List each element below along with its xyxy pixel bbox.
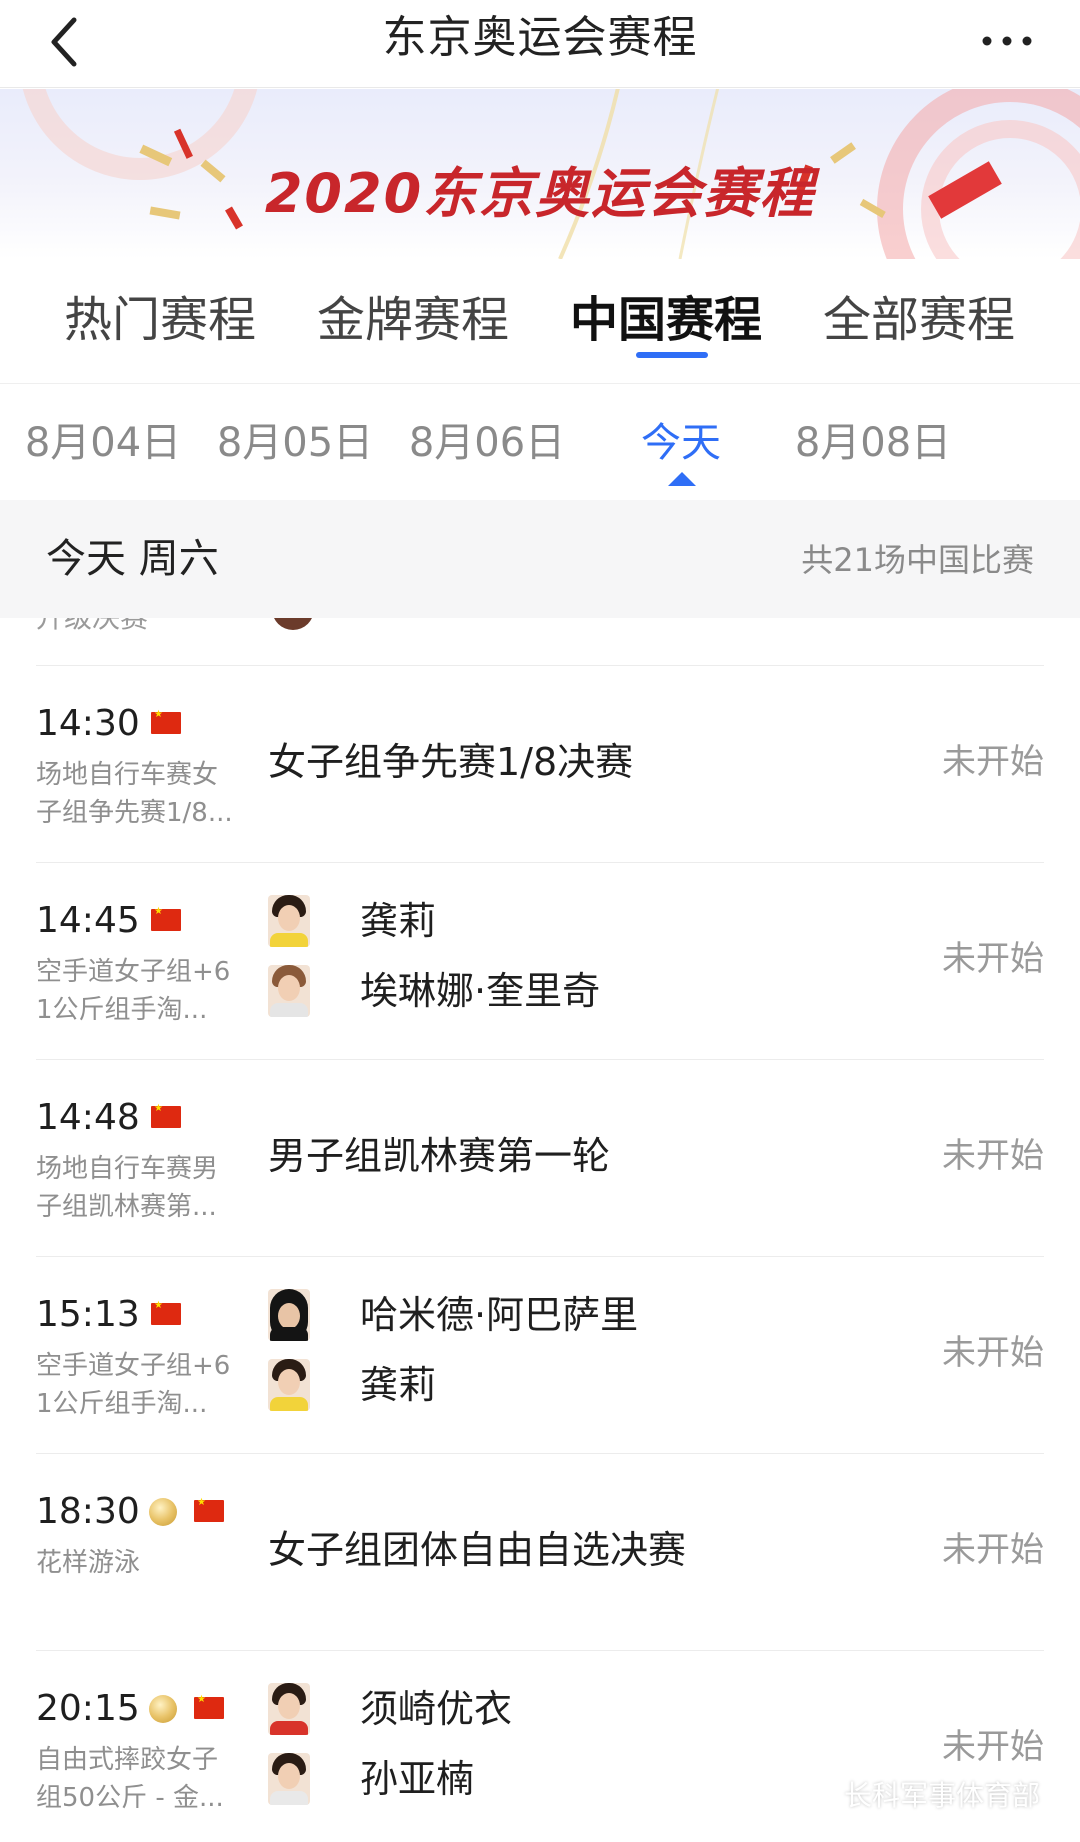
tab-all-schedule[interactable]: 全部赛程 [799,290,1039,350]
watermark-text: 长科军事体育部 [843,1779,1040,1812]
player-name: 哈米德·阿巴萨里 [360,1293,639,1337]
list-item[interactable]: 14:45 空手道女子组+61公斤组手淘... 龚莉 埃琳娜·奎里奇 未开始 [36,863,1044,1060]
sport-label: 场地自行车赛女 子组争先赛1/8... [36,760,233,828]
sport-label: 场地自行车赛男 子组凯林赛第... [36,1154,219,1222]
tab-china-schedule[interactable]: 中国赛程 [546,290,786,350]
date-item[interactable]: 8月04日 [18,418,188,468]
event-name: 女子组团体自由自选决赛 [268,1528,687,1572]
china-flag-icon [194,1497,224,1522]
event-name: 女子组争先赛1/8决赛 [268,740,634,784]
day-header: 今天 周六 共21场中国比赛 [0,500,1080,618]
player-name: 埃琳娜·奎里奇 [360,969,601,1013]
top-nav-bar: 东京奥运会赛程 [0,0,1080,88]
player-name: 龚莉 [360,899,437,943]
china-flag-icon [151,709,181,734]
sport-label: 空手道女子组+6 1公斤组手淘... [36,957,231,1025]
tab-gold-schedule[interactable]: 金牌赛程 [293,290,533,350]
status-label: 未开始 [942,1136,1044,1176]
schedule-banner: 2020东京奥运会赛程 [0,89,1080,259]
list-item[interactable]: 14:48 场地自行车赛男子组凯林赛第... 男子组凯林赛第一轮 未开始 [36,1060,1044,1257]
status-label: 未开始 [942,742,1044,782]
date-item[interactable]: 8月06日 [402,418,572,468]
china-flag-icon [151,1300,181,1325]
gold-medal-icon [149,1695,177,1723]
event-time: 14:30 [36,703,140,744]
sport-label: 花样游泳 [36,1548,141,1578]
sport-label: 升级决赛 [36,618,148,636]
china-flag-icon [151,1103,181,1128]
event-time: 14:48 [36,1097,140,1138]
status-label: 未开始 [942,939,1044,979]
list-item[interactable]: 15:13 空手道女子组+61公斤组手淘... 哈米德·阿巴萨里 龚莉 未开始 [36,1257,1044,1454]
event-list[interactable]: 升级决赛 14:30 场地自行车赛女子组争先赛1/8... 女子组争先赛1/8决… [0,618,1080,1842]
status-label: 未开始 [942,1727,1044,1767]
more-button[interactable] [972,16,1042,66]
china-flag-icon [151,906,181,931]
page-title: 东京奥运会赛程 [382,12,698,63]
match-count: 共21场中国比赛 [801,541,1034,579]
avatar [268,895,310,947]
list-item[interactable]: 升级决赛 [36,618,1044,666]
date-item-today[interactable]: 今天 [596,418,766,468]
status-label: 未开始 [942,1333,1044,1373]
avatar [268,1753,310,1805]
sport-label: 自由式摔跤女子 组50公斤 - 金... [36,1745,224,1813]
caret-up-icon [668,472,696,486]
event-time: 20:15 [36,1688,140,1729]
list-item[interactable]: 14:30 场地自行车赛女子组争先赛1/8... 女子组争先赛1/8决赛 未开始 [36,666,1044,863]
status-label: 未开始 [942,1530,1044,1570]
china-flag-icon [194,1694,224,1719]
watermark: 长科军事体育部 [802,1774,1040,1814]
event-time: 14:45 [36,900,140,941]
avatar [272,618,314,630]
player-name: 龚莉 [360,1363,437,1407]
gold-medal-icon [149,1498,177,1526]
active-tab-indicator [636,352,708,358]
date-item[interactable]: 8月08日 [788,418,958,468]
sport-label: 空手道女子组+6 1公斤组手淘... [36,1351,231,1419]
schedule-tabs: 热门赛程 金牌赛程 中国赛程 全部赛程 [0,262,1080,384]
player-name: 须崎优衣 [360,1687,513,1731]
day-label: 今天 周六 [46,536,219,582]
list-item[interactable]: 18:30 花样游泳 女子组团体自由自选决赛 未开始 [36,1454,1044,1651]
avatar [268,965,310,1017]
event-time: 15:13 [36,1294,140,1335]
date-selector: 8月04日 8月05日 8月06日 今天 8月08日 [0,384,1080,500]
event-time: 18:30 [36,1491,140,1532]
avatar [268,1289,310,1341]
banner-title: 2020东京奥运会赛程 [264,162,816,225]
avatar [268,1359,310,1411]
avatar [268,1683,310,1735]
event-name: 男子组凯林赛第一轮 [268,1134,611,1178]
date-item[interactable]: 8月05日 [210,418,380,468]
more-dots-icon [982,36,1032,46]
player-name: 孙亚楠 [360,1757,475,1801]
tab-hot-schedule[interactable]: 热门赛程 [40,290,280,350]
wechat-icon [802,1784,835,1807]
